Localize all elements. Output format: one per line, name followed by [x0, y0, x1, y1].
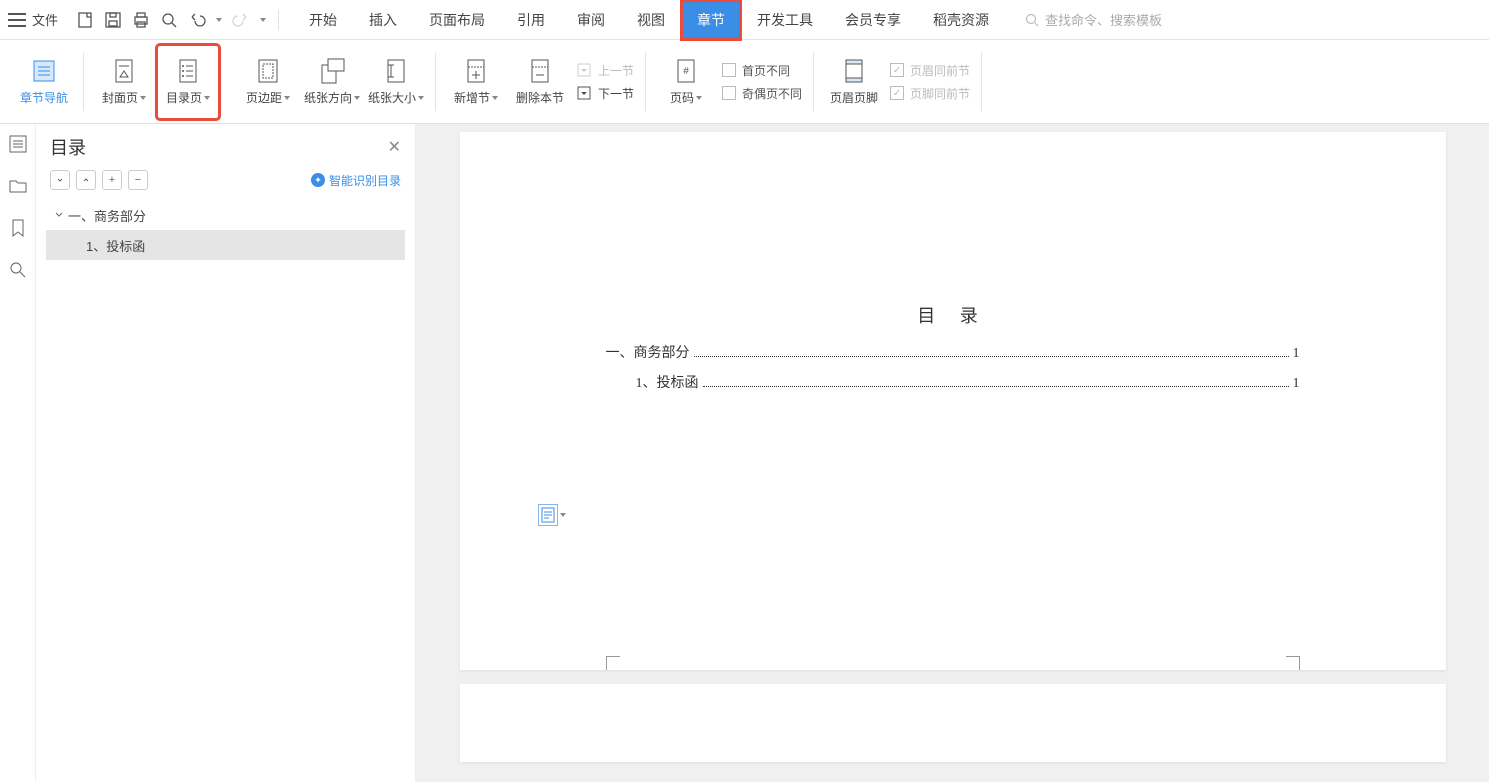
page-number-button[interactable]: # 页码 — [654, 44, 718, 120]
search-panel-icon[interactable] — [8, 260, 28, 280]
hamburger-icon[interactable] — [8, 13, 26, 27]
nav-tree: 一、商务部分 1、投标函 — [36, 200, 415, 260]
insert-section-button[interactable]: 新增节 — [444, 44, 508, 120]
margins-icon — [254, 57, 282, 85]
document-area[interactable]: 目 录 一、 商务部分 1 1、 投标函 1 — [416, 124, 1489, 782]
toc-page-button[interactable]: 目录页 — [156, 44, 220, 120]
collapse-all-icon[interactable] — [50, 170, 70, 190]
paper-size-icon — [382, 57, 410, 85]
qat-print-icon[interactable] — [132, 11, 150, 29]
search-placeholder: 查找命令、搜索模板 — [1045, 10, 1162, 29]
toc-title: 目 录 — [606, 302, 1300, 328]
orientation-icon — [318, 57, 346, 85]
chapter-nav-button[interactable]: 章节导航 — [12, 44, 76, 120]
next-section-button[interactable]: 下一节 — [576, 85, 634, 102]
diff-odd-even-checkbox[interactable]: 奇偶页不同 — [722, 85, 802, 102]
demote-icon[interactable]: − — [128, 170, 148, 190]
tab-docer[interactable]: 稻壳资源 — [917, 0, 1005, 40]
chevron-down-icon — [54, 210, 68, 220]
floating-toolbar[interactable] — [538, 504, 566, 526]
undo-dropdown-icon[interactable] — [216, 18, 222, 22]
tree-item-level1[interactable]: 一、商务部分 — [46, 200, 405, 230]
cover-page-button[interactable]: 封面页 — [92, 44, 156, 120]
quick-access-toolbar — [68, 11, 274, 29]
delete-section-icon — [526, 57, 554, 85]
chapter-nav-icon — [30, 57, 58, 85]
tree-item-level2[interactable]: 1、投标函 — [46, 230, 405, 260]
toc-page-icon — [174, 57, 202, 85]
tab-references[interactable]: 引用 — [501, 0, 561, 40]
prev-section-icon — [576, 62, 592, 78]
search-icon — [1025, 13, 1039, 27]
nav-panel: 目录 ✕ + − ✦ 智能识别目录 一、商务部分 1、投标函 — [36, 124, 416, 782]
prev-section-button[interactable]: 上一节 — [576, 62, 634, 79]
expand-all-icon[interactable] — [76, 170, 96, 190]
promote-icon[interactable]: + — [102, 170, 122, 190]
margins-button[interactable]: 页边距 — [236, 44, 300, 120]
tab-start[interactable]: 开始 — [293, 0, 353, 40]
ribbon-tabs: 开始 插入 页面布局 引用 审阅 视图 章节 开发工具 会员专享 稻壳资源 — [293, 0, 1005, 40]
bookmark-icon[interactable] — [10, 218, 26, 238]
tab-review[interactable]: 审阅 — [561, 0, 621, 40]
diff-first-checkbox[interactable]: 首页不同 — [722, 62, 802, 79]
qat-save-icon[interactable] — [104, 11, 122, 29]
tab-developer[interactable]: 开发工具 — [741, 0, 829, 40]
toc-line[interactable]: 1、 投标函 1 — [606, 372, 1300, 392]
tab-page-layout[interactable]: 页面布局 — [413, 0, 501, 40]
document-page[interactable]: 目 录 一、 商务部分 1 1、 投标函 1 — [460, 132, 1446, 670]
toc-line[interactable]: 一、 商务部分 1 — [606, 342, 1300, 362]
header-same-checkbox[interactable]: 页眉同前节 — [890, 62, 970, 79]
folder-icon[interactable] — [8, 176, 28, 196]
floating-doc-icon — [538, 504, 558, 526]
smart-dot-icon: ✦ — [311, 173, 325, 187]
qat-redo-icon[interactable] — [232, 11, 250, 29]
tab-insert[interactable]: 插入 — [353, 0, 413, 40]
nav-title: 目录 — [50, 134, 86, 160]
tab-view[interactable]: 视图 — [621, 0, 681, 40]
smart-recognize-link[interactable]: ✦ 智能识别目录 — [311, 172, 401, 189]
page-corner-mark — [606, 656, 620, 670]
insert-section-icon — [462, 57, 490, 85]
tab-member[interactable]: 会员专享 — [829, 0, 917, 40]
nav-close-icon[interactable]: ✕ — [388, 137, 401, 157]
delete-section-button[interactable]: 删除本节 — [508, 44, 572, 120]
next-section-icon — [576, 85, 592, 101]
page-corner-mark — [1286, 656, 1300, 670]
search-box[interactable]: 查找命令、搜索模板 — [1025, 10, 1162, 29]
orientation-button[interactable]: 纸张方向 — [300, 44, 364, 120]
header-footer-icon — [840, 57, 868, 85]
file-menu[interactable]: 文件 — [32, 10, 58, 29]
page-number-icon: # — [672, 57, 700, 85]
document-page[interactable] — [460, 684, 1446, 762]
cover-page-icon — [110, 57, 138, 85]
ribbon: 章节导航 封面页 目录页 页边距 纸张方向 纸张大小 新增节 — [0, 40, 1489, 124]
qat-more-icon[interactable] — [260, 18, 266, 22]
qat-undo-icon[interactable] — [188, 11, 206, 29]
side-icon-bar — [0, 124, 36, 782]
main-area: 目录 ✕ + − ✦ 智能识别目录 一、商务部分 1、投标函 — [0, 124, 1489, 782]
floating-caret-icon — [560, 513, 566, 517]
top-menu-bar: 文件 开始 插入 页面布局 引用 审阅 视图 章节 开发工具 会员专享 稻壳资源… — [0, 0, 1489, 40]
tab-chapter[interactable]: 章节 — [681, 0, 741, 40]
paper-size-button[interactable]: 纸张大小 — [364, 44, 428, 120]
footer-same-checkbox[interactable]: 页脚同前节 — [890, 85, 970, 102]
outline-view-icon[interactable] — [8, 134, 28, 154]
svg-text:#: # — [683, 66, 689, 77]
qat-new-icon[interactable] — [76, 11, 94, 29]
qat-preview-icon[interactable] — [160, 11, 178, 29]
header-footer-button[interactable]: 页眉页脚 — [822, 44, 886, 120]
